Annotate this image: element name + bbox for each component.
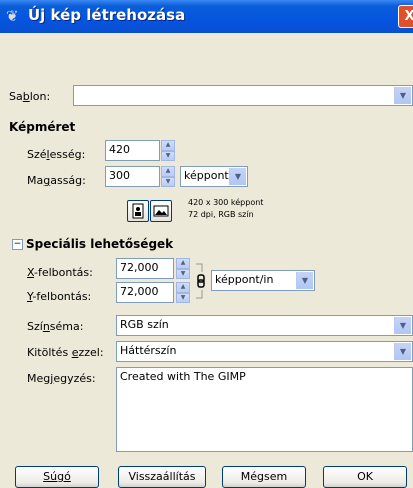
gimp-icon: ❦	[6, 7, 19, 25]
chain-link-icon[interactable]	[192, 262, 208, 300]
chevron-down-icon[interactable]: ▼	[394, 317, 411, 334]
colorspace-combo[interactable]: RGB szín ▼	[116, 315, 413, 336]
width-label: Szélesség:	[27, 148, 86, 161]
ok-button[interactable]: OK	[323, 466, 407, 488]
landscape-button[interactable]	[150, 200, 172, 222]
collapse-icon[interactable]: −	[12, 239, 23, 250]
comment-textarea[interactable]: Created with The GIMP	[116, 367, 413, 452]
y-res-label: Y-felbontás:	[27, 290, 92, 303]
template-combo[interactable]: ▼	[73, 85, 413, 106]
size-unit-combo[interactable]: képpont ▼	[180, 166, 248, 187]
close-button[interactable]: X	[398, 5, 413, 28]
height-spinner[interactable]: ▲ ▼	[161, 166, 175, 187]
y-res-spinner[interactable]: ▲ ▼	[176, 282, 190, 303]
x-res-input[interactable]: 72,000	[116, 258, 174, 279]
fill-combo[interactable]: Háttérszín ▼	[116, 341, 413, 362]
size-info-line1: 420 x 300 képpont	[188, 198, 264, 207]
y-res-input[interactable]: 72,000	[116, 282, 174, 303]
height-input[interactable]: 300	[105, 166, 160, 187]
image-size-heading: Képméret	[9, 120, 76, 134]
portrait-icon	[132, 203, 144, 219]
help-button[interactable]: Súgó	[15, 466, 99, 488]
cancel-button[interactable]: Mégsem	[222, 466, 306, 488]
chevron-down-icon[interactable]: ▼	[296, 272, 313, 289]
title-bar[interactable]: ❦ Új kép létrehozása X	[0, 0, 413, 33]
size-info-line2: 72 dpi, RGB szín	[188, 210, 254, 219]
res-unit-combo[interactable]: képpont/in ▼	[211, 270, 315, 291]
chevron-down-icon[interactable]: ▼	[229, 168, 246, 185]
template-label: Sablon:	[9, 90, 51, 103]
height-label: Magasság:	[27, 174, 86, 187]
chevron-down-icon[interactable]: ▼	[394, 87, 411, 104]
width-input[interactable]: 420	[105, 140, 160, 161]
width-spinner[interactable]: ▲ ▼	[161, 140, 175, 161]
x-res-label: X-felbontás:	[27, 266, 93, 279]
reset-button[interactable]: Visszaállítás	[118, 466, 206, 488]
fill-label: Kitöltés ezzel:	[27, 346, 104, 359]
chevron-down-icon[interactable]: ▼	[394, 343, 411, 360]
advanced-heading[interactable]: Speciális lehetőségek	[26, 237, 173, 251]
x-res-spinner[interactable]: ▲ ▼	[176, 258, 190, 279]
comment-label: Megjegyzés:	[27, 372, 96, 385]
landscape-icon	[153, 205, 169, 217]
colorspace-label: Színséma:	[27, 320, 84, 333]
window-title: Új kép létrehozása	[28, 6, 186, 24]
portrait-button[interactable]	[127, 200, 149, 222]
